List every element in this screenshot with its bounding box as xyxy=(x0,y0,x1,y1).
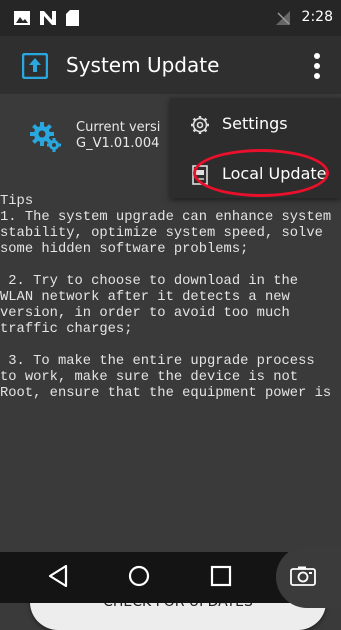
gear-outline-icon xyxy=(190,115,210,139)
n-icon xyxy=(40,10,56,29)
camera-icon xyxy=(290,566,316,590)
version-label: Current versi xyxy=(76,120,161,135)
menu-item-settings[interactable]: Settings xyxy=(170,102,341,148)
overflow-menu: Settings Local Update xyxy=(170,98,341,198)
image-icon xyxy=(14,10,30,29)
camera-button[interactable] xyxy=(276,546,341,608)
status-bar: 2:28 xyxy=(0,0,341,36)
menu-item-label: Settings xyxy=(222,114,288,133)
upload-box-icon xyxy=(21,52,49,83)
more-vert-icon[interactable] xyxy=(312,52,322,84)
local-file-icon xyxy=(192,165,208,189)
version-value: G_V1.01.004 xyxy=(76,136,160,151)
page-title: System Update xyxy=(66,53,220,77)
sd-card-icon xyxy=(66,10,79,30)
no-signal-icon xyxy=(276,10,290,29)
recents-icon[interactable] xyxy=(210,564,232,592)
gear-icon xyxy=(30,122,62,156)
status-time: 2:28 xyxy=(301,9,333,25)
app-bar: System Update xyxy=(0,36,341,94)
current-version: Current versi G_V1.01.004 xyxy=(76,120,174,152)
navigation-bar xyxy=(0,546,341,608)
menu-item-local-update[interactable]: Local Update xyxy=(170,152,341,198)
menu-item-label: Local Update xyxy=(222,164,327,183)
home-icon[interactable] xyxy=(127,564,151,592)
tips-text: Tips 1. The system upgrade can enhance s… xyxy=(0,194,332,401)
back-icon[interactable] xyxy=(48,564,68,592)
